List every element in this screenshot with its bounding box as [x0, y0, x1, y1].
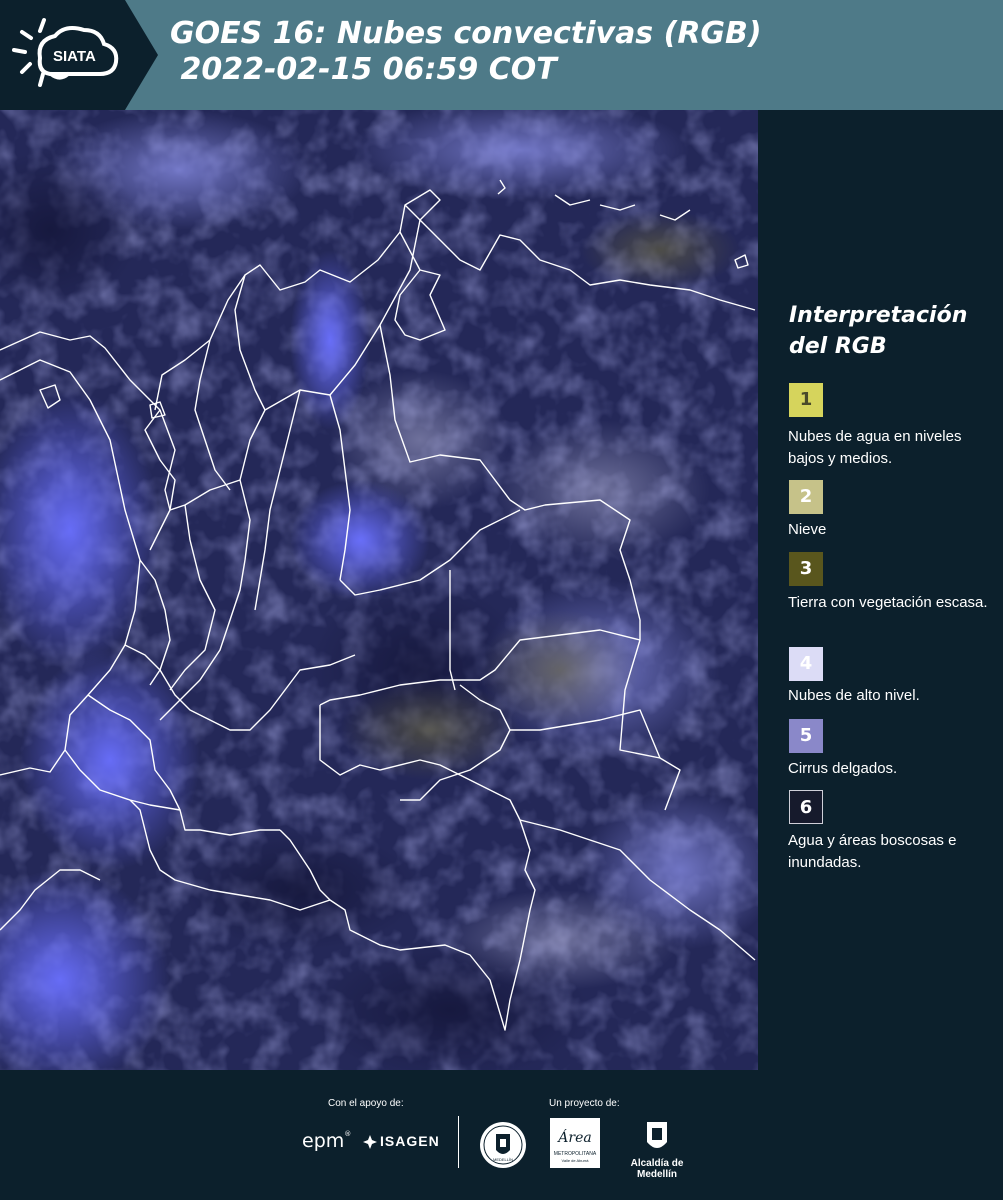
legend-swatch-1: 1	[789, 383, 823, 417]
legend-label-1: Nubes de agua en niveles bajos y medios.	[788, 428, 962, 467]
legend-panel: Interpretación del RGB 1 Nubes de agua e…	[760, 110, 1003, 1070]
alcaldia-medellin-logo: Alcaldía de Medellín	[612, 1120, 702, 1180]
footer-divider	[458, 1116, 459, 1168]
legend-swatch-4: 4	[789, 647, 823, 681]
page-title: GOES 16: Nubes convectivas (RGB) 2022-02…	[170, 16, 762, 88]
legend-title: Interpretación del RGB	[789, 303, 968, 359]
legend-number: 4	[799, 653, 813, 674]
medellin-seal: MEDELLÍN	[478, 1120, 528, 1170]
sun-cloud-icon: SIATA	[12, 18, 119, 87]
title-line-1: GOES 16: Nubes convectivas (RGB)	[170, 16, 762, 51]
area-metropolitana-logo: Área METROPOLITANA Valle de Aburrá	[550, 1118, 600, 1168]
legend-number: 5	[799, 725, 813, 746]
legend-swatch-6: 6	[789, 790, 823, 824]
epm-logo: epm®	[302, 1130, 352, 1152]
title-line-2: 2022-02-15 06:59 COT	[170, 52, 557, 87]
legend-swatch-2: 2	[789, 480, 823, 514]
siata-logo: SIATA	[0, 0, 158, 110]
seal-icon	[480, 1122, 526, 1168]
alcaldia-shield-icon	[647, 1122, 667, 1148]
legend-number: 2	[799, 486, 813, 507]
isagen-mark-icon	[363, 1135, 377, 1149]
project-caption: Un proyecto de:	[549, 1098, 620, 1109]
legend-label-5: Cirrus delgados.	[788, 760, 898, 777]
satellite-map-image	[0, 110, 758, 1070]
support-caption: Con el apoyo de:	[328, 1098, 404, 1109]
legend-number: 3	[799, 558, 813, 579]
logo-text: SIATA	[53, 48, 96, 65]
legend-label-4: Nubes de alto nivel.	[788, 687, 920, 704]
legend-label-2: Nieve	[788, 521, 827, 538]
legend-label-3: Tierra con vegetación escasa.	[788, 594, 988, 611]
legend-swatch-3: 3	[789, 552, 823, 586]
legend-number: 1	[799, 389, 813, 410]
legend-label-6: Agua y áreas boscosas e inundadas.	[788, 832, 957, 871]
legend-swatch-5: 5	[789, 719, 823, 753]
satellite-map	[0, 110, 758, 1070]
header: SIATA GOES 16: Nubes convectivas (RGB) 2…	[0, 0, 1003, 110]
legend-number: 6	[799, 797, 813, 818]
footer: Con el apoyo de: Un proyecto de: epm® IS…	[0, 1070, 1003, 1200]
